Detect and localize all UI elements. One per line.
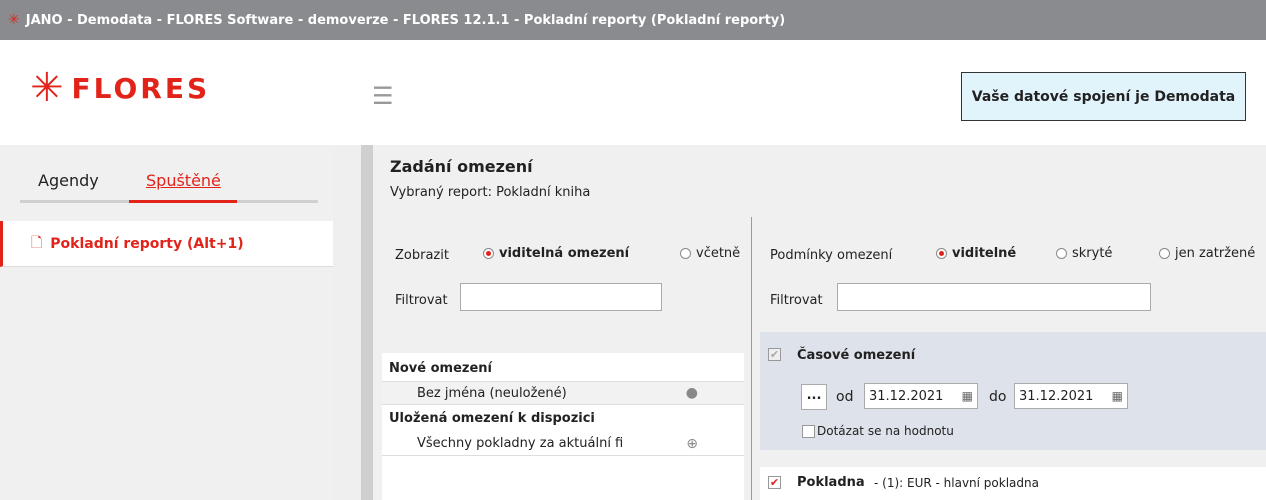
hamburger-menu-icon[interactable]: ☰ — [372, 82, 394, 110]
radio-hidden[interactable]: skryté — [1056, 246, 1112, 261]
radio-dot — [1056, 248, 1067, 259]
list-item-label: Všechny pokladny za aktuální fi — [417, 436, 624, 451]
radio-only-checked[interactable]: jen zatržené — [1159, 246, 1255, 261]
conditions-filter-label: Filtrovat — [770, 293, 823, 308]
date-to-input[interactable]: 31.12.2021 ▦ — [1014, 383, 1128, 409]
show-label: Zobrazit — [395, 248, 449, 263]
filter-label: Filtrovat — [395, 293, 448, 308]
radio-label: jen zatržené — [1175, 246, 1256, 261]
cashbox-checkbox[interactable]: ✔ — [768, 476, 781, 489]
flores-app-icon: ✳ — [8, 12, 20, 28]
saved-constraints-header: Uložená omezení k dispozici — [389, 410, 595, 426]
main-panel: Zadání omezení Vybraný report: Pokladní … — [373, 145, 1266, 500]
cashbox-detail: - (1): EUR - hlavní pokladna — [874, 476, 1039, 490]
window-title: JANO - Demodata - FLORES Software - demo… — [25, 12, 786, 28]
date-to-value: 31.12.2021 — [1019, 388, 1094, 404]
logo-text: FLORES — [71, 71, 211, 105]
new-constraint-header: Nové omezení — [389, 360, 493, 376]
radio-label: skryté — [1072, 246, 1113, 261]
selected-report: Vybraný report: Pokladní kniha — [390, 185, 591, 200]
time-constraint-title: Časové omezení — [797, 348, 916, 363]
sidebar-item-label: Pokladní reporty (Alt+1) — [50, 235, 244, 252]
sidebar-item-pokladni-reporty[interactable]: 🗋 Pokladní reporty (Alt+1) — [0, 221, 333, 267]
list-item[interactable]: Všechny pokladny za aktuální fi ⊕ — [382, 432, 744, 456]
app-header: ✳ FLORES ☰ Vaše datové spojení je Demoda… — [0, 40, 1266, 145]
constraint-list: Nové omezení Bez jména (neuložené) ● Ulo… — [382, 353, 744, 500]
radio-including[interactable]: včetně — [680, 246, 751, 261]
user-icon: ● — [685, 385, 698, 401]
date-from-input[interactable]: 31.12.2021 ▦ — [864, 383, 978, 409]
list-item-label: Bez jména (neuložené) — [417, 385, 567, 401]
cashbox-constraint: ✔ Pokladna - (1): EUR - hlavní pokladna — [760, 467, 1266, 500]
radio-dot — [1159, 248, 1170, 259]
radio-dot — [936, 248, 947, 259]
calendar-icon[interactable]: ▦ — [1112, 389, 1123, 403]
date-from-value: 31.12.2021 — [869, 388, 944, 404]
from-label: od — [836, 389, 854, 405]
radio-visible[interactable]: viditelné — [936, 246, 1016, 261]
radio-label: viditelné — [952, 246, 1017, 261]
ask-value-checkbox[interactable] — [802, 425, 815, 438]
connection-info[interactable]: Vaše datové spojení je Demodata — [961, 72, 1246, 121]
flores-star-icon: ✳ — [30, 65, 64, 111]
document-icon: 🗋 — [31, 234, 43, 251]
flores-logo: ✳ FLORES — [30, 68, 210, 108]
conditions-filter-input[interactable] — [837, 283, 1151, 311]
calendar-icon[interactable]: ▦ — [962, 389, 973, 403]
window-title-bar: ✳ JANO - Demodata - FLORES Software - de… — [0, 0, 1266, 40]
radio-label: viditelná omezení — [499, 246, 630, 261]
conditions-label: Podmínky omezení — [770, 248, 893, 263]
radio-dot — [680, 248, 691, 259]
page-title: Zadání omezení — [390, 157, 533, 176]
sidebar-tabs: Agendy Spuštěné — [20, 167, 318, 203]
tab-spustene[interactable]: Spuštěné — [146, 171, 221, 190]
column-divider — [751, 217, 752, 500]
panel-splitter[interactable] — [333, 145, 361, 500]
to-label: do — [989, 389, 1007, 405]
globe-icon: ⊕ — [686, 435, 698, 452]
filter-input[interactable] — [460, 283, 662, 311]
radio-dot — [483, 248, 494, 259]
list-item[interactable]: Bez jména (neuložené) ● — [382, 381, 744, 405]
radio-visible-constraints[interactable]: viditelná omezení — [483, 246, 629, 261]
tab-agendy[interactable]: Agendy — [38, 171, 99, 190]
cashbox-title: Pokladna — [797, 475, 865, 490]
date-picker-button[interactable]: ... — [801, 384, 827, 410]
time-constraint-panel: ✔ Časové omezení ... od 31.12.2021 ▦ do … — [760, 332, 1266, 450]
ask-value-label: Dotázat se na hodnotu — [817, 424, 954, 438]
time-constraint-checkbox[interactable]: ✔ — [768, 348, 781, 361]
sidebar: Agendy Spuštěné 🗋 Pokladní reporty (Alt+… — [0, 145, 333, 500]
panel-splitter-bar[interactable] — [361, 145, 373, 500]
radio-label: včetně — [696, 246, 741, 261]
active-tab-indicator — [129, 200, 237, 203]
